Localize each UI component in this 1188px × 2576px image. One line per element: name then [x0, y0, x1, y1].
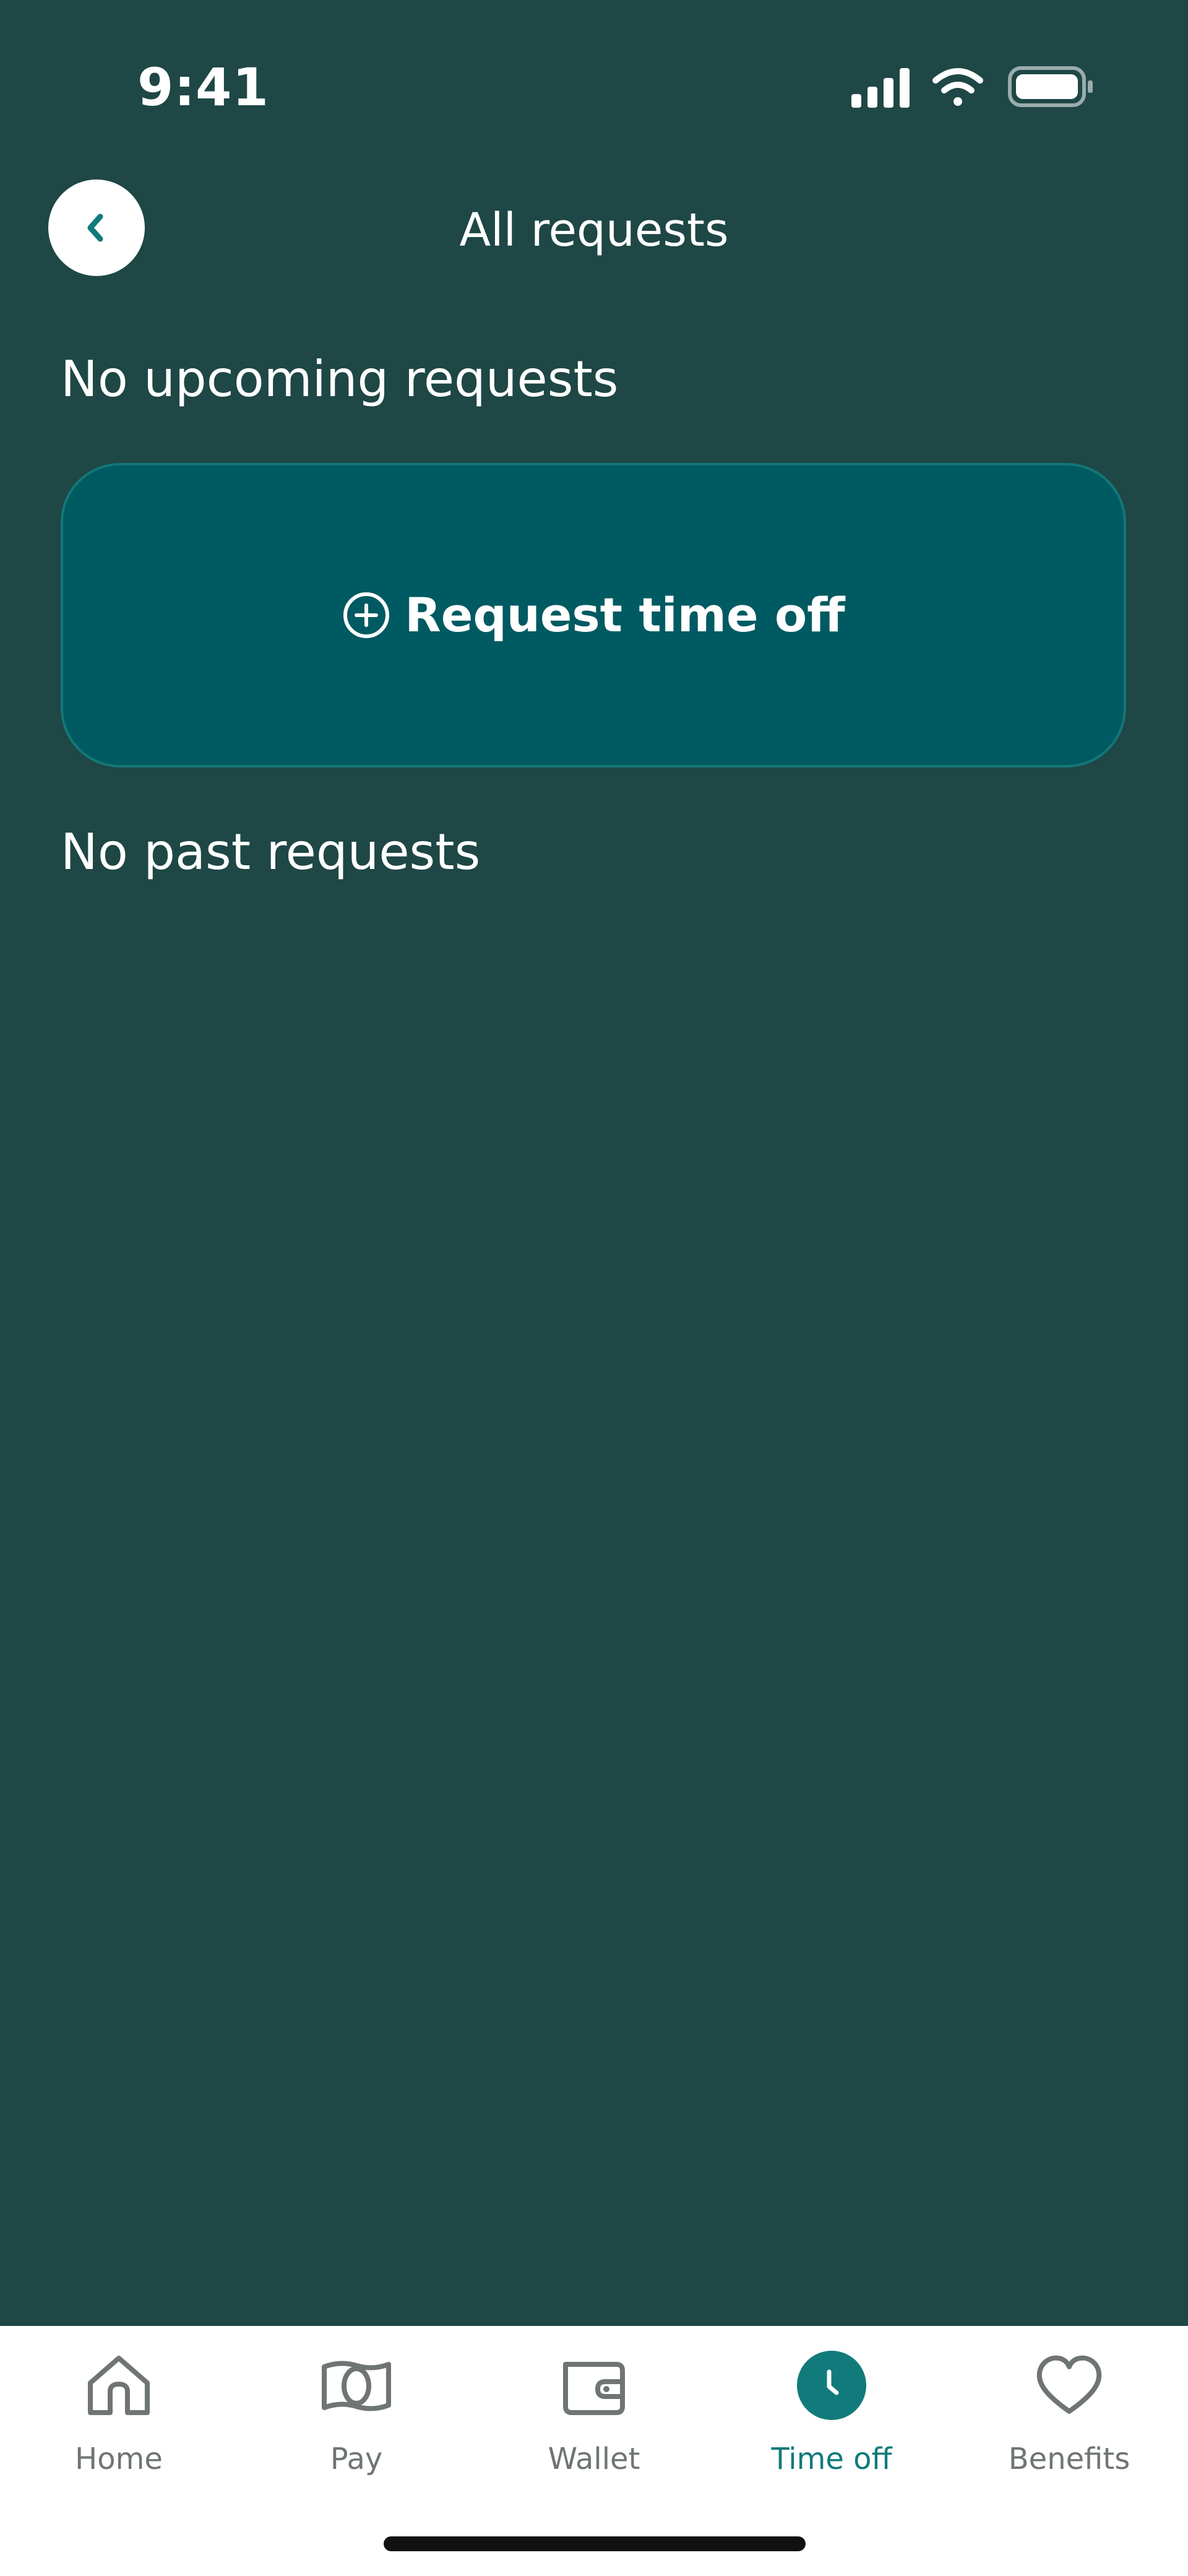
status-bar: 9:41 [0, 0, 1188, 149]
tab-wallet-label: Wallet [548, 2442, 640, 2476]
tab-home-label: Home [75, 2442, 163, 2476]
bottom-tab-bar: Home Pay Wallet Time off Benefits [0, 2326, 1188, 2576]
cellular-signal-icon [851, 68, 910, 108]
money-icon [319, 2348, 394, 2423]
tab-pay-label: Pay [330, 2442, 383, 2476]
home-indicator [384, 2536, 806, 2551]
home-icon [82, 2348, 156, 2423]
wifi-icon [932, 68, 983, 106]
request-time-off-content: Request time off [342, 584, 845, 646]
no-upcoming-requests-label: No upcoming requests [61, 350, 619, 408]
request-time-off-button[interactable]: Request time off [61, 463, 1126, 767]
plus-circle-icon [343, 592, 390, 638]
status-icons [851, 66, 1093, 108]
status-time: 9:41 [137, 57, 269, 118]
wallet-icon [557, 2348, 631, 2423]
tab-time-off-label: Time off [771, 2442, 892, 2476]
request-time-off-label: Request time off [405, 587, 845, 642]
tab-home[interactable]: Home [0, 2326, 238, 2512]
clock-icon [794, 2348, 869, 2423]
battery-icon [1008, 66, 1093, 107]
all-requests-screen: 9:41 All requests No upcoming requests R… [0, 0, 1188, 2576]
tab-benefits[interactable]: Benefits [950, 2326, 1188, 2512]
tab-wallet[interactable]: Wallet [475, 2326, 713, 2512]
tab-pay[interactable]: Pay [238, 2326, 475, 2512]
tab-benefits-label: Benefits [1008, 2442, 1130, 2476]
page-title: All requests [459, 204, 729, 257]
tab-time-off[interactable]: Time off [713, 2326, 950, 2512]
heart-icon [1032, 2348, 1106, 2423]
no-past-requests-label: No past requests [61, 823, 481, 881]
